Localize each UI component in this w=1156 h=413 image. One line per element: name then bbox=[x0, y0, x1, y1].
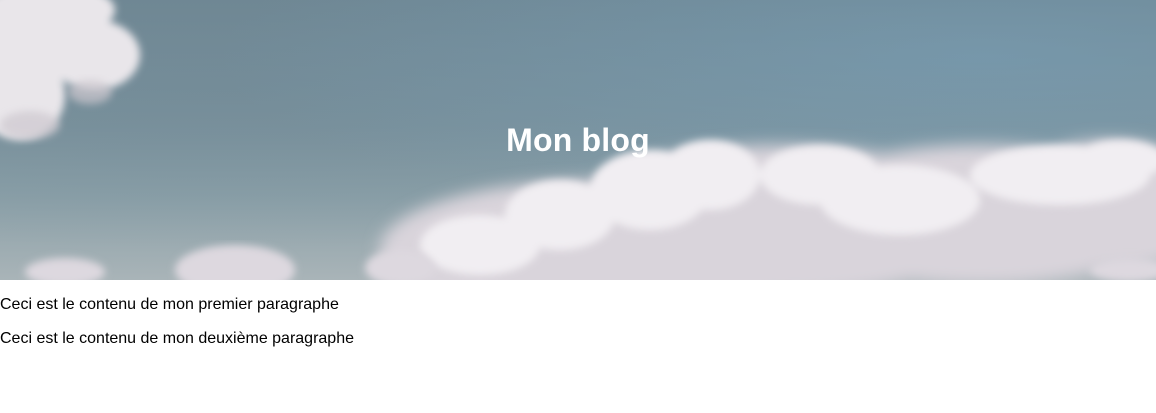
paragraph-first: Ceci est le contenu de mon premier parag… bbox=[0, 296, 339, 313]
hero-banner: Mon blog bbox=[0, 0, 1156, 280]
paragraph-second: Ceci est le contenu de mon deuxième para… bbox=[0, 330, 354, 347]
page-title: Mon blog bbox=[506, 121, 650, 158]
main-content: Ceci est le contenu de mon premier parag… bbox=[0, 280, 1156, 348]
hero-title-wrapper: Mon blog bbox=[0, 0, 1156, 280]
